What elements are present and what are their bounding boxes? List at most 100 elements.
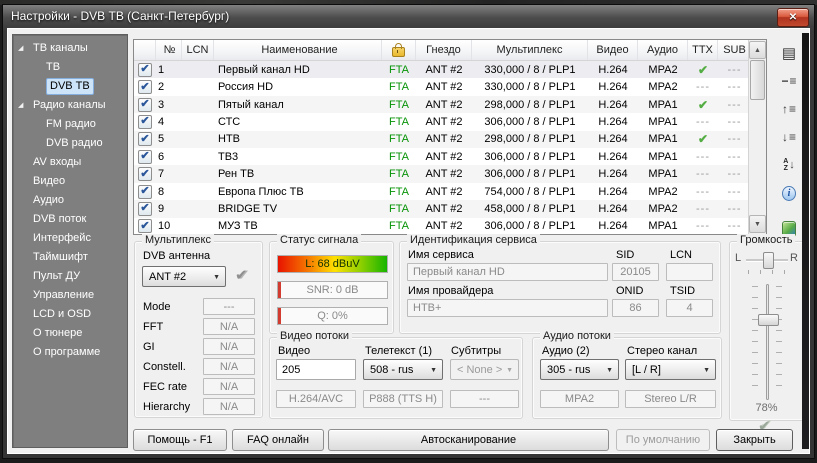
- header-checkbox-col[interactable]: [134, 40, 156, 60]
- provider-value: НТВ+: [407, 299, 608, 317]
- row-checkbox[interactable]: ✔: [138, 150, 152, 164]
- volume-group: Громкость L R 78% ✔: [729, 241, 804, 421]
- group-title: Видео потоки: [277, 330, 352, 342]
- table-row[interactable]: ✔10МУЗ ТВFTAANT #2306,000 / 8 / PLP1H.26…: [134, 218, 766, 235]
- header-socket[interactable]: Гнездо: [416, 40, 472, 60]
- close-button[interactable]: ✕: [777, 8, 809, 27]
- tree-item-control[interactable]: Управление: [13, 286, 127, 305]
- tree-item-dvb-tv[interactable]: DVB ТВ: [13, 77, 127, 96]
- audio-dropdown[interactable]: 305 - rus▼: [540, 359, 619, 380]
- table-row[interactable]: ✔5НТВFTAANT #2298,000 / 8 / PLP1H.264MPA…: [134, 131, 766, 148]
- sid-label: SID: [616, 249, 634, 261]
- row-checkbox[interactable]: ✔: [138, 185, 152, 199]
- video-pid-input[interactable]: [276, 359, 356, 380]
- table-row[interactable]: ✔7Рен ТВFTAANT #2306,000 / 8 / PLP1H.264…: [134, 165, 766, 182]
- tree-item-dvb-stream[interactable]: DVB поток: [13, 210, 127, 229]
- channel-info-button[interactable]: i: [776, 181, 802, 205]
- table-scrollbar[interactable]: ▲ ▼: [748, 40, 766, 234]
- scroll-thumb[interactable]: [750, 60, 765, 100]
- tree-item-about-tuner[interactable]: О тюнере: [13, 324, 127, 343]
- tree-item-about-program[interactable]: О программе: [13, 343, 127, 362]
- tree-item-fm-radio[interactable]: FM радио: [13, 115, 127, 134]
- row-multiplex: 754,000 / 8 / PLP1: [472, 183, 588, 200]
- table-row[interactable]: ✔8Европа Плюс ТВFTAANT #2754,000 / 8 / P…: [134, 183, 766, 200]
- row-sub: ---: [718, 96, 751, 113]
- table-row[interactable]: ✔4СТСFTAANT #2306,000 / 8 / PLP1H.264MPA…: [134, 113, 766, 130]
- header-audio[interactable]: Аудио: [638, 40, 688, 60]
- header-name[interactable]: Наименование: [214, 40, 382, 60]
- tree-item-audio[interactable]: Аудио: [13, 191, 127, 210]
- expander-icon[interactable]: ◢: [18, 39, 23, 58]
- balance-slider-thumb[interactable]: [763, 252, 774, 269]
- row-socket: ANT #2: [416, 61, 472, 78]
- header-lcn[interactable]: LCN: [182, 40, 214, 60]
- move-up-button[interactable]: ↑≡: [776, 97, 802, 121]
- row-access: FTA: [382, 61, 416, 78]
- header-video[interactable]: Видео: [588, 40, 638, 60]
- titlebar[interactable]: Настройки - DVB ТВ (Санкт-Петербург) ✕: [3, 5, 814, 28]
- volume-slider-thumb[interactable]: [758, 314, 779, 326]
- row-multiplex: 330,000 / 8 / PLP1: [472, 78, 588, 95]
- header-lock[interactable]: [382, 40, 416, 60]
- close-dialog-button[interactable]: Закрыть: [716, 429, 793, 451]
- table-row[interactable]: ✔9BRIDGE TVFTAANT #2458,000 / 8 / PLP1H.…: [134, 200, 766, 217]
- antenna-dropdown[interactable]: ANT #2▼: [142, 266, 226, 287]
- faq-button[interactable]: FAQ онлайн: [232, 429, 324, 451]
- header-ttx[interactable]: TTX: [688, 40, 718, 60]
- chevron-down-icon: ▼: [430, 367, 437, 374]
- tree-item-video[interactable]: Видео: [13, 172, 127, 191]
- stereo-dropdown[interactable]: [L / R]▼: [625, 359, 716, 380]
- balance-right-label: R: [790, 252, 798, 264]
- row-access: FTA: [382, 148, 416, 165]
- row-checkbox[interactable]: ✔: [138, 63, 152, 77]
- tree-item-timeshift[interactable]: Таймшифт: [13, 248, 127, 267]
- row-access: FTA: [382, 183, 416, 200]
- row-checkbox[interactable]: ✔: [138, 115, 152, 129]
- row-num: 1: [156, 61, 182, 78]
- sort-button[interactable]: AZ↓: [776, 153, 802, 177]
- row-num: 5: [156, 131, 182, 148]
- row-socket: ANT #2: [416, 113, 472, 130]
- row-ttx: ✔: [688, 61, 718, 78]
- tree-item-remote[interactable]: Пульт ДУ: [13, 267, 127, 286]
- subtitles-info-value: ---: [450, 390, 519, 408]
- tree-item-tv[interactable]: ТВ: [13, 58, 127, 77]
- row-num: 9: [156, 200, 182, 217]
- scroll-down-icon[interactable]: ▼: [749, 215, 766, 233]
- header-num[interactable]: №: [156, 40, 182, 60]
- row-checkbox[interactable]: ✔: [138, 167, 152, 181]
- table-row[interactable]: ✔3Пятый каналFTAANT #2298,000 / 8 / PLP1…: [134, 96, 766, 113]
- lcn-value: [666, 263, 713, 281]
- table-row[interactable]: ✔2Россия HDFTAANT #2330,000 / 8 / PLP1H.…: [134, 78, 766, 95]
- move-down-button[interactable]: ↓≡: [776, 125, 802, 149]
- scroll-up-icon[interactable]: ▲: [749, 41, 766, 59]
- tree-item-radio-channels[interactable]: ◢Радио каналы: [13, 96, 127, 115]
- tree-item-interface[interactable]: Интерфейс: [13, 229, 127, 248]
- remove-channel-button[interactable]: −≡: [776, 69, 802, 93]
- select-all-button[interactable]: ▤: [776, 41, 802, 65]
- header-sub[interactable]: SUB: [718, 40, 751, 60]
- teletext-dropdown[interactable]: 508 - rus▼: [363, 359, 443, 380]
- param-row: FFTN/A: [143, 318, 255, 335]
- row-audio-codec: MPA2: [638, 78, 688, 95]
- audio-mode-value: Stereo L/R: [625, 390, 716, 408]
- row-channel-name: Пятый канал: [214, 96, 382, 113]
- table-row[interactable]: ✔6ТВ3FTAANT #2306,000 / 8 / PLP1H.264MPA…: [134, 148, 766, 165]
- row-checkbox[interactable]: ✔: [138, 132, 152, 146]
- row-lcn: [182, 131, 214, 148]
- row-checkbox[interactable]: ✔: [138, 98, 152, 112]
- volume-slider-track[interactable]: [766, 284, 769, 400]
- header-multiplex[interactable]: Мультиплекс: [472, 40, 588, 60]
- autoscan-button[interactable]: Автосканирование: [328, 429, 609, 451]
- row-checkbox[interactable]: ✔: [138, 80, 152, 94]
- expander-icon[interactable]: ◢: [18, 96, 23, 115]
- row-checkbox[interactable]: ✔: [138, 202, 152, 216]
- tree-item-dvb-radio[interactable]: DVB радио: [13, 134, 127, 153]
- table-row[interactable]: ✔1Первый канал HDFTAANT #2330,000 / 8 / …: [134, 61, 766, 78]
- tree-item-lcd-osd[interactable]: LCD и OSD: [13, 305, 127, 324]
- tree-item-tv-channels[interactable]: ◢ТВ каналы: [13, 39, 127, 58]
- tree-item-av-inputs[interactable]: AV входы: [13, 153, 127, 172]
- row-checkbox[interactable]: ✔: [138, 219, 152, 233]
- apply-antenna-icon[interactable]: ✔: [235, 268, 248, 283]
- help-button[interactable]: Помощь - F1: [133, 429, 227, 451]
